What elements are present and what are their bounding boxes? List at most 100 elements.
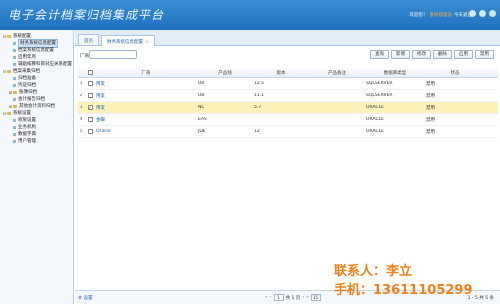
sidebar-item[interactable]: ⊞ 账簿归档 [0,89,73,96]
sidebar-item[interactable]: 凭证归档 [0,82,73,89]
page-icon [13,77,16,80]
select-all-checkbox[interactable] [87,70,93,75]
cell-vendor[interactable]: 用友 [94,93,196,99]
column-header[interactable]: 版本 [252,70,308,76]
tab-bar: 首页 财务系统信息配置 × [75,30,500,46]
folder-icon [7,70,11,73]
page-icon [13,98,16,101]
page-icon [13,119,16,122]
sidebar-item[interactable]: 业务机构 [0,124,73,131]
column-header[interactable]: 状态 [424,70,484,76]
toolbar-button[interactable]: 新增 [391,50,410,59]
table-row[interactable]: 5 Oracle JDE 12 ORACLE 禁用 [78,126,498,138]
page-icon [13,63,16,66]
row-select-cell [84,93,94,98]
sidebar-item-label: 账簿归档 [19,90,37,95]
table-row[interactable]: 1 用友 U8 12.5 SQLSERVER 禁用 [78,78,498,90]
sidebar-item[interactable]: 归档准备 [0,75,73,82]
app-header: 电子会计档案归档集成平台 欢迎您！ 系统管理员 今天退出 [0,0,500,30]
next-page-button[interactable]: › [302,295,304,300]
toolbar-buttons: 查询 新增 修改 删除 启用 禁用 [370,50,494,59]
row-checkbox[interactable] [87,117,93,122]
page-icon [13,56,16,59]
cell-status: 禁用 [426,117,435,123]
toolbar-button[interactable]: 删除 [433,50,452,59]
sidebar-item-label: 用户管理 [18,139,36,144]
row-select-cell [84,81,94,86]
sidebar-item[interactable]: ⊞ 其他会计资料归档 [0,103,73,110]
tab-1[interactable]: 财务系统信息配置 × [101,35,155,46]
row-select-cell: ✓ [84,105,94,110]
table-row[interactable]: 3 ✓ 用友 NC 5.7 ORACLE 禁用 [78,102,498,114]
folder-icon [13,91,17,94]
cell-db: ORACLE [366,117,384,122]
sidebar-item[interactable]: ⊟ 系统设置 [0,110,73,117]
page-number-input[interactable]: 1 [273,294,284,301]
sidebar-item[interactable]: 数据字典 [0,131,73,138]
cell-vendor[interactable]: 用友 [94,105,196,111]
last-page-button[interactable]: » [306,295,309,300]
toolbar: 厂商 查询 新增 修改 删除 启用 禁用 [75,46,500,62]
vendor-search-label: 厂商 [80,54,89,59]
grid-settings-button[interactable]: ⚙ 设置 [78,295,92,301]
welcome-text: 欢迎您！ [409,13,428,18]
sidebar-item-label: 会计报告归档 [18,97,45,102]
settings-icon[interactable] [469,10,476,17]
toolbar-button[interactable]: 修改 [412,50,431,59]
row-checkbox[interactable]: ✓ [87,105,93,110]
sidebar-item-label: 档案系统信息配置 [18,48,54,53]
page-size-select[interactable]: 15 [310,294,321,301]
cell-vendor[interactable]: 金蝶 [94,117,196,123]
sidebar-item[interactable]: 权限设置 [0,117,73,124]
sidebar-item-label: 系统设置 [13,111,31,116]
vendor-search-input[interactable] [89,50,137,59]
sidebar-item[interactable]: 会计报告归档 [0,96,73,103]
sidebar-item[interactable]: 用户管理 [0,138,73,145]
sidebar-item[interactable]: 启用年月 [0,54,73,61]
cell-product: U8 [198,81,205,86]
row-checkbox[interactable] [87,81,93,86]
sidebar-item[interactable]: 档案系统信息配置 [0,47,73,54]
cell-product: NC [198,105,205,110]
sidebar-item-label: 凭证归档 [18,83,36,88]
close-icon[interactable]: × [145,40,149,45]
folder-icon [13,105,17,108]
column-header[interactable]: 厂商 [94,70,196,76]
cell-status: 禁用 [426,81,435,87]
toolbar-button[interactable]: 查询 [370,50,389,59]
page-icon [13,84,16,87]
sidebar-item[interactable]: 财务系统信息配置 [0,39,73,48]
toolbar-button[interactable]: 禁用 [475,50,494,59]
cell-status: 禁用 [426,129,435,135]
exit-icon[interactable] [489,10,496,17]
column-header[interactable]: 产品备注 [308,70,364,76]
cell-status: 禁用 [426,105,435,111]
cell-db: ORACLE [366,129,384,134]
page-total-text: 共 1 页 [285,295,301,301]
table-row[interactable]: 4 金蝶 EAS ORACLE 禁用 [78,114,498,126]
prev-page-button[interactable]: ‹ [270,295,272,300]
cell-db: ORACLE [366,105,384,110]
sidebar-item[interactable]: ⊟ 档案采集归档 [0,68,73,75]
cell-version: 5.7 [254,105,262,110]
tab-label: 财务系统信息配置 [107,40,143,45]
row-checkbox[interactable] [87,129,93,134]
column-header[interactable]: 数据库类型 [364,70,424,76]
cell-vendor[interactable]: 用友 [94,81,196,87]
table-row[interactable]: 2 用友 U8 11.1 SQLSERVER 禁用 [78,90,498,102]
contact-watermark: 联系人：李立 手机：13611105299 [334,262,473,300]
sidebar-tree: ⊟ 系统配置 财务系统信息配置 档案系统信息配置 启用年月 辅助核算科目对应关系配置 ⊟ 档案… [0,30,74,304]
tab-0[interactable]: 首页 [78,34,99,45]
column-header[interactable]: 产品线 [196,70,252,76]
help-icon[interactable] [479,10,486,17]
app-title: 电子会计档案归档集成平台 [8,8,165,22]
cell-version: 11.1 [254,93,265,98]
toolbar-button[interactable]: 启用 [454,50,473,59]
cell-version: 12.5 [254,81,265,86]
row-checkbox[interactable] [87,93,93,98]
sidebar-item[interactable]: 辅助核算科目对应关系配置 [0,61,73,68]
cell-version: 12 [254,129,260,134]
cell-vendor[interactable]: Oracle [94,129,196,134]
select-all-cell [84,70,94,75]
first-page-button[interactable]: « [265,295,268,300]
